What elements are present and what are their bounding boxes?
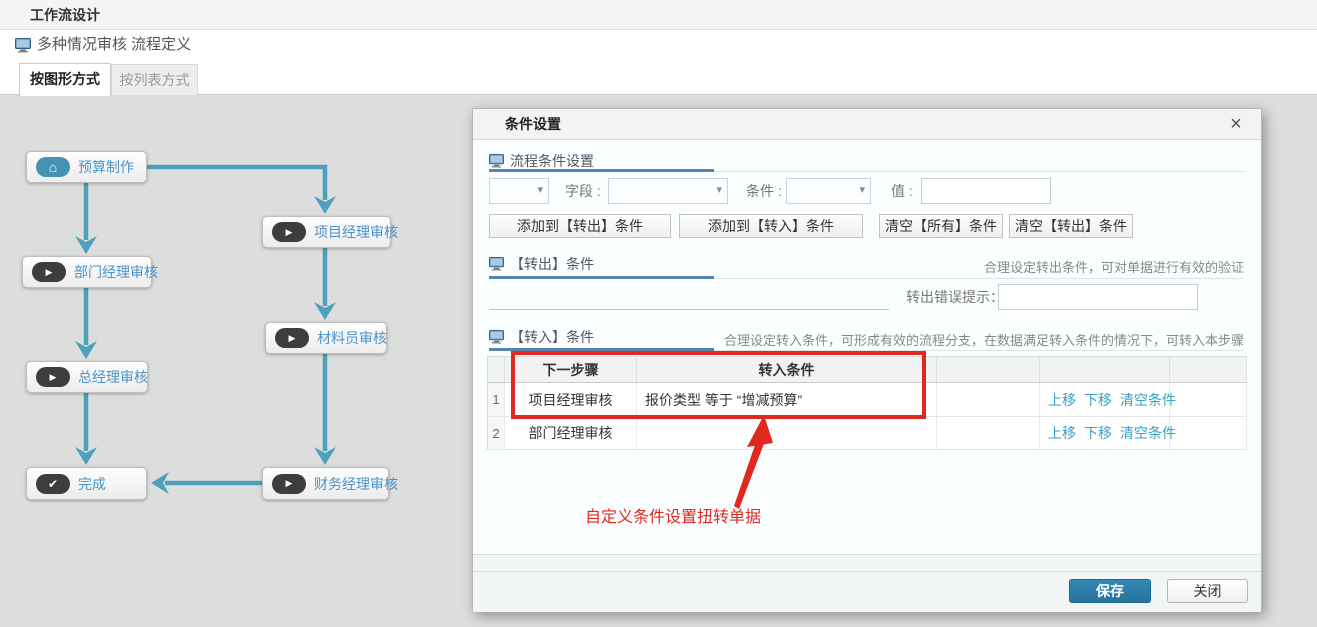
row-actions: 上移下移清空条件 [1040,383,1170,417]
header-empty [937,357,1040,383]
condition-select[interactable]: ▾ [786,178,871,204]
flow-node-label: 部门经理审核 [74,262,158,282]
breadcrumb: 多种情况审核 流程定义 [0,30,1317,62]
row-empty-cell [1170,417,1247,450]
save-button[interactable]: 保存 [1069,579,1151,603]
add-to-out-condition-button[interactable]: 添加到【转出】条件 [489,214,671,238]
section-setup-title: 流程条件设置 [510,151,594,171]
chevron-down-icon: ▾ [859,183,865,196]
move-down-link[interactable]: 下移 [1084,392,1112,408]
section-in-header: 【转入】条件 [489,327,594,347]
logic-operator-select[interactable]: ▾ [489,178,549,204]
row-actions: 上移下移清空条件 [1040,417,1170,450]
row-next-step: 项目经理审核 [505,383,637,417]
row-empty-cell [937,417,1040,450]
view-tabbar: 按图形方式 按列表方式 [0,62,1317,95]
header-actions [1040,357,1170,383]
annotation-text: 自定义条件设置扭转单据 [585,503,761,527]
value-label: 值 : [891,178,913,204]
clear-out-conditions-button[interactable]: 清空【转出】条件 [1009,214,1133,238]
monitor-icon [15,38,31,56]
header-next-step: 下一步骤 [505,357,637,383]
section-out-title: 【转出】条件 [510,254,594,274]
in-condition-table: 下一步骤 转入条件 1 项目经理审核 报价类型 等于 “增减预算” 上移下移清空… [487,356,1247,450]
play-icon: ▶ [32,262,66,282]
section-underline [489,276,714,279]
header-condition: 转入条件 [637,357,937,383]
row-condition [637,417,937,450]
flow-node-label: 总经理审核 [78,367,148,387]
flow-node-project-manager[interactable]: ▶ 项目经理审核 [262,216,391,248]
page-title: 工作流设计 [30,0,100,30]
move-up-link[interactable]: 上移 [1048,392,1076,408]
play-icon: ▶ [275,328,309,348]
section-out-hint: 合理设定转出条件，可对单据进行有效的验证 [984,257,1244,276]
out-error-input[interactable] [998,284,1198,310]
section-underline [489,348,714,351]
clear-condition-link[interactable]: 清空条件 [1120,425,1176,441]
home-icon: ⌂ [36,157,70,177]
flow-node-label: 完成 [78,474,106,494]
chevron-down-icon: ▾ [716,183,722,196]
monitor-icon [489,257,504,271]
chevron-down-icon: ▾ [537,183,543,196]
close-button[interactable]: 关闭 [1167,579,1248,603]
play-icon: ▶ [272,222,306,242]
dialog-title: 条件设置 [505,109,561,139]
clear-all-conditions-button[interactable]: 清空【所有】条件 [879,214,1003,238]
row-empty-cell [1170,383,1247,417]
move-down-link[interactable]: 下移 [1084,425,1112,441]
out-error-label: 转出错误提示： [906,284,1004,310]
section-in-title: 【转入】条件 [510,327,594,347]
footer-divider [473,571,1261,572]
row-index: 2 [488,417,505,450]
condition-label: 条件 : [746,178,782,204]
flow-node-finance-manager[interactable]: ▶ 财务经理审核 [262,467,389,500]
section-underline [489,169,714,172]
clear-condition-link[interactable]: 清空条件 [1120,392,1176,408]
table-row: 1 项目经理审核 报价类型 等于 “增减预算” 上移下移清空条件 [488,383,1247,417]
flow-node-label: 材料员审核 [317,328,387,348]
flow-node-dept-manager[interactable]: ▶ 部门经理审核 [22,256,152,288]
table-header-row: 下一步骤 转入条件 [488,357,1247,383]
breadcrumb-label: 多种情况审核 流程定义 [37,30,191,60]
tab-graphic-view[interactable]: 按图形方式 [19,63,111,96]
flow-node-label: 项目经理审核 [314,222,398,242]
section-in-hint: 合理设定转入条件，可形成有效的流程分支，在数据满足转入条件的情况下，可转入本步骤 [724,330,1244,349]
value-input[interactable] [921,178,1051,204]
flow-node-material-clerk[interactable]: ▶ 材料员审核 [265,322,387,354]
flow-node-finish[interactable]: ✔ 完成 [26,467,147,500]
play-icon: ▶ [36,367,70,387]
monitor-icon [489,154,504,168]
window-titlebar: 工作流设计 [0,0,1317,30]
flow-node-start[interactable]: ⌂ 预算制作 [26,151,147,183]
dialog-titlebar: 条件设置 × [473,109,1261,140]
monitor-icon [489,330,504,344]
check-icon: ✔ [36,474,70,494]
flow-node-label: 财务经理审核 [314,474,398,494]
out-condition-empty-line [489,309,889,310]
tab-list-view[interactable]: 按列表方式 [111,64,198,96]
table-row: 2 部门经理审核 上移下移清空条件 [488,417,1247,450]
flow-node-label: 预算制作 [78,157,134,177]
row-next-step: 部门经理审核 [505,417,637,450]
section-out-header: 【转出】条件 [489,254,594,274]
close-icon[interactable]: × [1223,111,1249,137]
move-up-link[interactable]: 上移 [1048,425,1076,441]
row-condition: 报价类型 等于 “增减预算” [637,383,937,417]
row-index: 1 [488,383,505,417]
workflow-designer-window: 工作流设计 多种情况审核 流程定义 按图形方式 按列表方式 [0,0,1317,627]
dialog-footer: 保存 关闭 [473,554,1261,612]
add-to-in-condition-button[interactable]: 添加到【转入】条件 [679,214,863,238]
row-empty-cell [937,383,1040,417]
flow-node-general-manager[interactable]: ▶ 总经理审核 [26,361,148,393]
header-empty [1170,357,1247,383]
play-icon: ▶ [272,474,306,494]
header-index [488,357,505,383]
field-label: 字段 : [565,178,601,204]
field-select[interactable]: ▾ [608,178,728,204]
section-setup-header: 流程条件设置 [489,151,594,171]
condition-settings-dialog: 条件设置 × 流程条件设置 ▾ 字段 : ▾ 条件 : ▾ [472,108,1262,612]
